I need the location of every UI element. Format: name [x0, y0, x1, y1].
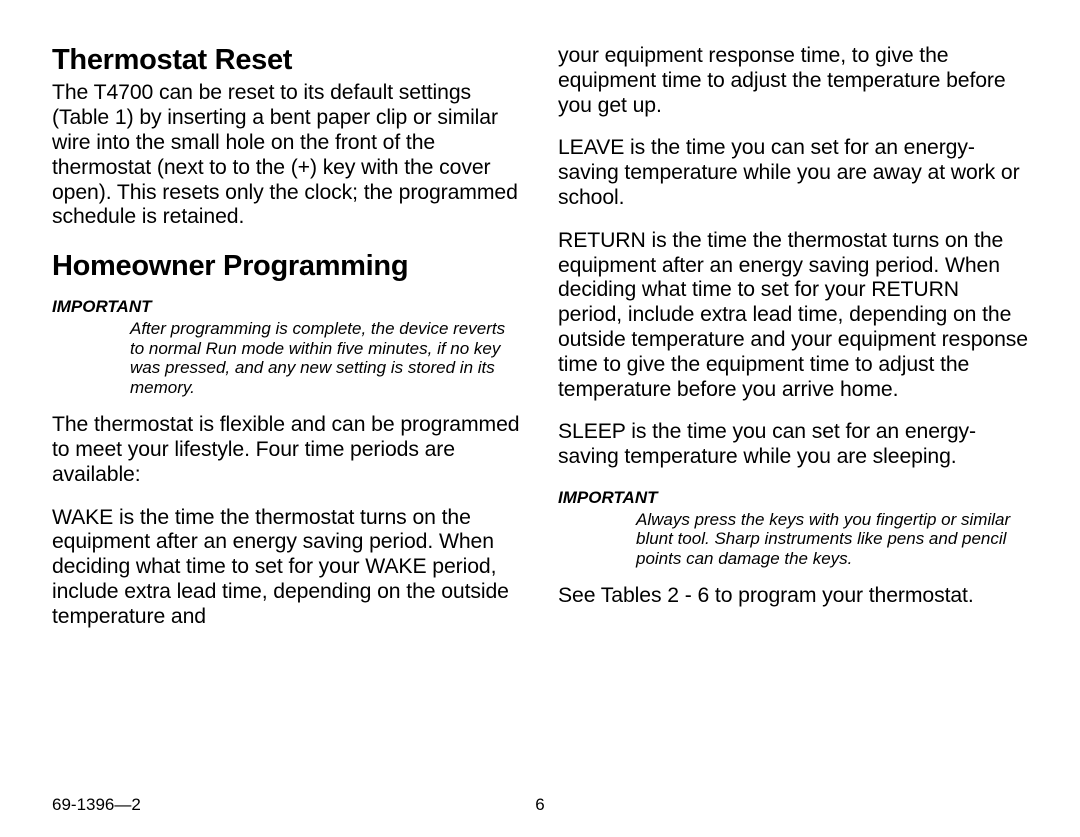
paragraph-return: RETURN is the time the thermostat turns … — [558, 229, 1028, 403]
paragraph-flexible: The thermostat is flexible and can be pr… — [52, 413, 522, 487]
heading-homeowner-programming: Homeowner Programming — [52, 250, 522, 283]
paragraph-leave: LEAVE is the time you can set for an ene… — [558, 136, 1028, 210]
important-label: IMPORTANT — [558, 488, 1028, 508]
paragraph-sleep: SLEEP is the time you can set for an ene… — [558, 420, 1028, 470]
page: Thermostat Reset The T4700 can be reset … — [0, 0, 1080, 837]
right-column: your equipment response time, to give th… — [558, 44, 1028, 779]
page-number: 6 — [535, 795, 544, 815]
left-column: Thermostat Reset The T4700 can be reset … — [52, 44, 522, 779]
page-footer: 69-1396—2 6 — [52, 795, 1028, 815]
important-note-2: IMPORTANT Always press the keys with you… — [558, 488, 1028, 568]
paragraph-reset: The T4700 can be reset to its default se… — [52, 81, 522, 230]
content-columns: Thermostat Reset The T4700 can be reset … — [52, 44, 1028, 779]
paragraph-wake-continued: your equipment response time, to give th… — [558, 44, 1028, 118]
important-body: After programming is complete, the devic… — [130, 319, 522, 397]
paragraph-wake: WAKE is the time the thermostat turns on… — [52, 506, 522, 630]
paragraph-see-tables: See Tables 2 - 6 to program your thermos… — [558, 584, 1028, 609]
important-note-1: IMPORTANT After programming is complete,… — [52, 297, 522, 397]
important-body: Always press the keys with you fingertip… — [636, 510, 1028, 569]
heading-thermostat-reset: Thermostat Reset — [52, 44, 522, 77]
important-label: IMPORTANT — [52, 297, 522, 317]
